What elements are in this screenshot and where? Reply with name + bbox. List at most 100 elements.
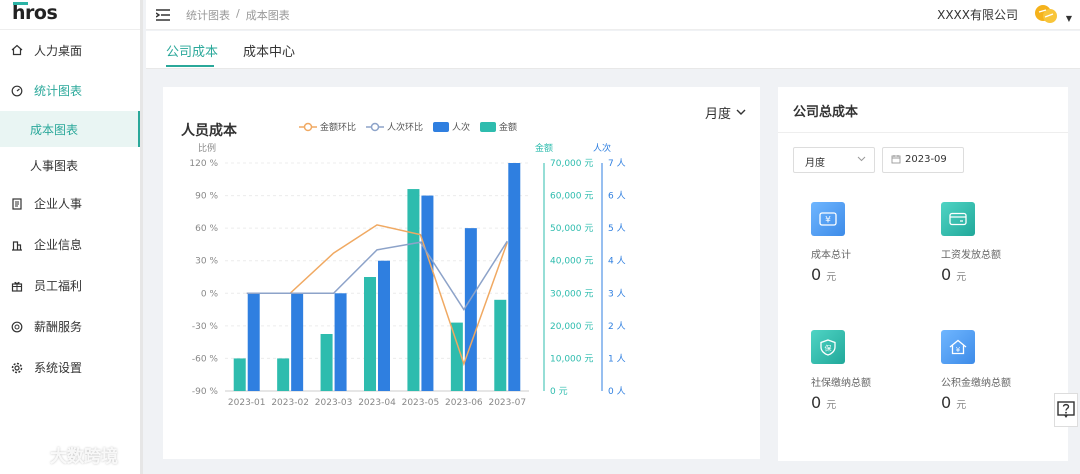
menu-toggle-icon[interactable] xyxy=(156,8,170,21)
stat-value-row: 0 元 xyxy=(811,265,931,284)
tab-cost-center[interactable]: 成本中心 xyxy=(243,41,295,60)
tab-company-cost[interactable]: 公司成本 xyxy=(166,41,218,60)
legend-swatch xyxy=(299,122,317,131)
legend-item[interactable]: 人次 xyxy=(433,120,470,133)
logo[interactable]: hros xyxy=(0,0,140,30)
stat-value: 0 xyxy=(811,393,822,412)
stat-social-insurance-total: 保 社保缴纳总额 0 元 xyxy=(811,330,931,412)
count-tick-label: 2 人 xyxy=(608,321,626,332)
legend-item[interactable]: 金额 xyxy=(480,120,517,133)
summary-period-select[interactable]: 月度 xyxy=(793,147,875,173)
chevron-down-icon[interactable]: ▼ xyxy=(1066,14,1072,23)
watermark: 大数跨境 xyxy=(8,442,118,467)
x-tick-label: 2023-03 xyxy=(315,398,353,408)
summary-title: 公司总成本 xyxy=(778,87,1068,133)
sidebar-item-label: 员工福利 xyxy=(34,279,83,293)
amount-tick-label: 40,000 元 xyxy=(550,257,593,267)
amount-tick-label: 50,000 元 xyxy=(550,224,593,234)
breadcrumb-separator: / xyxy=(236,6,240,20)
x-tick-label: 2023-07 xyxy=(488,398,526,408)
count-tick-label: 0 人 xyxy=(608,386,626,397)
stat-value-row: 0 元 xyxy=(941,393,1061,412)
bar-count xyxy=(291,293,304,391)
social-insurance-icon: 保 xyxy=(811,330,845,364)
x-tick-label: 2023-06 xyxy=(445,398,483,408)
period-select-value: 月度 xyxy=(704,107,731,122)
ratio-tick-label: -60 % xyxy=(192,354,219,364)
summary-panel: 公司总成本 月度 2023-09 ¥ 成本总计 0 元 工资发放总额 0 元 保… xyxy=(778,87,1068,461)
legend-item[interactable]: 人次环比 xyxy=(366,120,423,133)
x-tick-label: 2023-04 xyxy=(358,398,396,408)
chart-title: 人员成本 xyxy=(181,123,237,139)
sidebar-item-payroll[interactable]: 薪酬服务 xyxy=(0,306,140,347)
sidebar-subitem-hr-chart[interactable]: 人事图表 xyxy=(0,147,140,183)
dashboard-icon xyxy=(10,84,24,98)
sidebar-item-settings[interactable]: 系统设置 xyxy=(0,347,140,388)
sidebar-nav: 人力桌面 统计图表 成本图表 人事图表 企业人事 企业信息 员工福利 薪酬服务 … xyxy=(0,30,140,388)
gift-icon xyxy=(10,279,24,293)
bar-amount xyxy=(233,358,246,391)
sidebar-item-statistics[interactable]: 统计图表 xyxy=(0,70,140,111)
chevron-down-icon xyxy=(736,109,746,115)
count-axis-title: 人次 xyxy=(593,142,611,154)
sidebar-item-hr-desk[interactable]: 人力桌面 xyxy=(0,30,140,70)
bar-count xyxy=(247,293,260,391)
ratio-tick-label: -30 % xyxy=(192,322,219,332)
sidebar-item-benefits[interactable]: 员工福利 xyxy=(0,265,140,306)
bar-amount xyxy=(494,299,507,391)
x-tick-label: 2023-01 xyxy=(228,398,266,408)
sidebar-item-company-info[interactable]: 企业信息 xyxy=(0,224,140,265)
logo-text: hros xyxy=(12,2,58,24)
avatar[interactable] xyxy=(1032,2,1060,28)
sidebar-subitem-cost-chart[interactable]: 成本图表 xyxy=(0,111,140,147)
bar-count xyxy=(378,260,390,391)
breadcrumb: 统计图表 / 成本图表 xyxy=(186,7,290,23)
ratio-tick-label: -90 % xyxy=(192,387,219,397)
svg-text:保: 保 xyxy=(825,343,832,352)
breadcrumb-item: 成本图表 xyxy=(245,8,290,22)
salary-card-icon xyxy=(941,202,975,236)
stat-label: 公积金缴纳总额 xyxy=(941,378,1011,389)
bar-amount xyxy=(407,189,420,391)
bar-amount xyxy=(277,358,290,391)
tab-bar: 公司成本 成本中心 xyxy=(146,31,1080,69)
sidebar-item-personnel[interactable]: 企业人事 xyxy=(0,183,140,224)
amount-tick-label: 20,000 元 xyxy=(550,322,593,332)
summary-date-value: 2023-09 xyxy=(905,154,947,165)
building-icon xyxy=(10,238,24,252)
legend-label: 人次环比 xyxy=(387,123,424,133)
active-tab-indicator xyxy=(166,65,214,67)
amount-tick-label: 30,000 元 xyxy=(550,289,593,299)
sidebar-item-label: 统计图表 xyxy=(34,84,83,98)
breadcrumb-item[interactable]: 统计图表 xyxy=(186,7,230,23)
amount-tick-label: 60,000 元 xyxy=(550,192,593,202)
stat-value: 0 xyxy=(941,393,952,412)
stat-label: 成本总计 xyxy=(811,250,851,261)
sidebar-item-label: 系统设置 xyxy=(34,361,83,375)
watermark-logo-icon xyxy=(8,444,44,464)
stat-label: 工资发放总额 xyxy=(941,250,1001,261)
summary-date-picker[interactable]: 2023-09 xyxy=(882,147,964,173)
ratio-tick-label: 30 % xyxy=(195,257,218,267)
count-tick-label: 5 人 xyxy=(608,223,626,234)
legend-label: 金额环比 xyxy=(320,123,357,133)
stat-housing-fund-total: ¥ 公积金缴纳总额 0 元 xyxy=(941,330,1061,412)
period-select[interactable]: 月度 xyxy=(705,103,746,122)
x-tick-label: 2023-02 xyxy=(271,398,309,408)
sidebar-item-label: 人力桌面 xyxy=(34,43,83,58)
stat-unit: 元 xyxy=(826,272,837,283)
legend-item[interactable]: 金额环比 xyxy=(299,120,356,133)
chart-panel: 120 % 70,000 元 7 人 90 % 60,000 元 6 人 60 % 50,00… xyxy=(163,87,760,459)
help-button[interactable] xyxy=(1054,393,1078,427)
stat-unit: 元 xyxy=(826,400,837,411)
legend-label: 人次 xyxy=(452,123,471,133)
x-tick-label: 2023-05 xyxy=(402,398,440,408)
sidebar-item-label: 薪酬服务 xyxy=(34,320,83,334)
bar-count xyxy=(421,195,434,391)
housing-fund-icon: ¥ xyxy=(941,330,975,364)
sidebar: hros 人力桌面 统计图表 成本图表 人事图表 企业人事 企业信息 员工福利 … xyxy=(0,0,143,474)
stat-label: 社保缴纳总额 xyxy=(811,378,871,389)
legend-swatch xyxy=(433,121,450,132)
stat-value-row: 0 元 xyxy=(941,265,1061,284)
bar-count xyxy=(464,228,477,391)
